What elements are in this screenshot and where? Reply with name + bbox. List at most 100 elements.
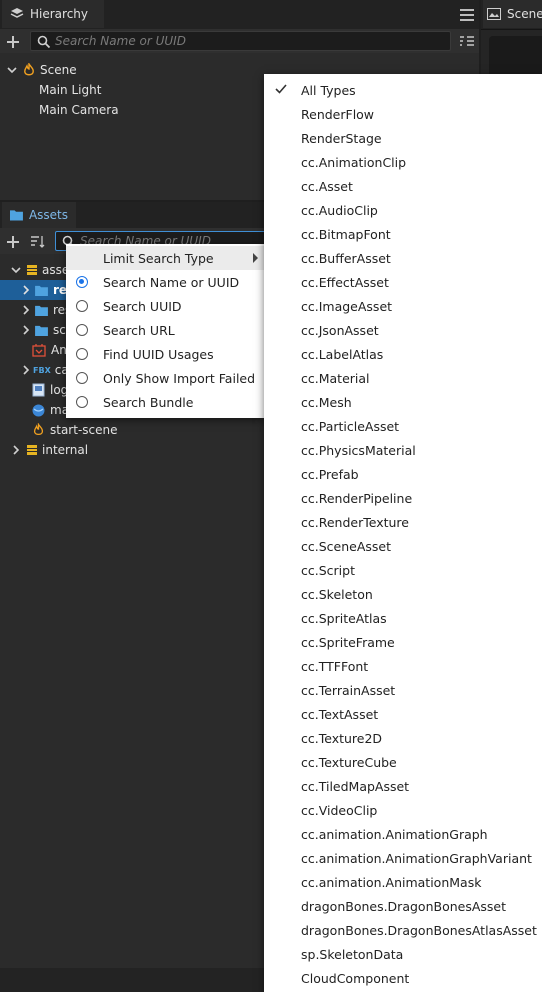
type-menu-item[interactable]: cc.ParticleAsset [264,414,542,438]
type-menu-item[interactable]: cc.Material [264,366,542,390]
type-menu-item[interactable]: cc.Texture2D [264,726,542,750]
type-menu-item[interactable]: cc.Mesh [264,390,542,414]
type-menu-item[interactable]: cc.VideoClip [264,798,542,822]
type-menu-item-label: sp.SkeletonData [301,946,404,962]
chevron-right-icon[interactable] [10,444,22,456]
type-menu-item[interactable]: cc.TerrainAsset [264,678,542,702]
type-menu-item-label: cc.Prefab [301,466,359,482]
type-menu-item-label: cc.TextureCube [301,754,397,770]
asset-row-scripts[interactable]: sc [20,320,66,340]
type-menu-item[interactable]: cc.TextureCube [264,750,542,774]
asset-row-material[interactable]: ma [32,400,69,420]
type-menu-item[interactable]: cc.animation.AnimationGraph [264,822,542,846]
type-menu-item[interactable]: cc.SpriteFrame [264,630,542,654]
type-menu-item-label: cc.Asset [301,178,353,194]
radio-icon[interactable] [76,348,88,360]
type-menu-item-label: cc.SpriteAtlas [301,610,387,626]
type-menu-item[interactable]: cc.PhysicsMaterial [264,438,542,462]
type-menu-item[interactable]: cc.BufferAsset [264,246,542,270]
type-menu-item[interactable]: All Types [264,78,542,102]
type-menu-item-label: cc.TiledMapAsset [301,778,410,794]
fbx-badge-icon: FBX [33,365,51,375]
radio-icon[interactable] [76,324,88,336]
type-menu-item-label: cc.BitmapFont [301,226,391,242]
sort-icon[interactable] [459,35,475,49]
tab-assets[interactable]: Assets [2,202,76,228]
type-menu-item[interactable]: cc.JsonAsset [264,318,542,342]
menu-item-search-name-or-uuid[interactable]: Search Name or UUID [66,270,264,294]
type-menu-item[interactable]: RenderStage [264,126,542,150]
type-menu-item[interactable]: cc.AnimationClip [264,150,542,174]
asset-row-label: sc [53,323,66,337]
menu-item-limit-search-type[interactable]: Limit Search Type [66,246,264,270]
menu-item-only-show-import-failed[interactable]: Only Show Import Failed [66,366,264,390]
type-menu-item-label: cc.VideoClip [301,802,378,818]
type-menu-item-label: cc.JsonAsset [301,322,379,338]
scene-view-icon [487,8,501,20]
type-menu-item[interactable]: CloudComponent [264,966,542,990]
type-menu-item[interactable]: cc.SpriteAtlas [264,606,542,630]
asset-row-animation[interactable]: An [32,340,67,360]
type-menu-item[interactable]: cc.Script [264,558,542,582]
chevron-right-icon[interactable] [20,284,32,296]
add-node-icon[interactable] [6,35,20,49]
menu-item-search-bundle[interactable]: Search Bundle [66,390,264,414]
chevron-right-icon[interactable] [20,364,32,376]
scene-node-label: Scene [40,63,77,77]
type-menu-item[interactable]: cc.TTFFont [264,654,542,678]
asset-row-logo[interactable]: log [32,380,68,400]
asset-row-start-scene[interactable]: start-scene [32,420,118,440]
type-menu-item[interactable]: cc.TiledMapAsset [264,774,542,798]
type-menu-item[interactable]: cc.AudioClip [264,198,542,222]
main-camera-node[interactable]: Main Camera [39,100,119,120]
scene-node[interactable]: Scene [6,60,77,80]
type-menu-item[interactable]: cc.TextAsset [264,702,542,726]
type-menu-item-label: cc.AudioClip [301,202,378,218]
tab-hierarchy[interactable]: Hierarchy [2,0,104,28]
type-menu-item[interactable]: cc.RenderPipeline [264,486,542,510]
material-sphere-icon [32,404,45,416]
chevron-right-icon[interactable] [20,304,32,316]
radio-icon[interactable] [76,396,88,408]
type-menu-item[interactable]: sp.SkeletonData [264,942,542,966]
asset-row-label: start-scene [50,423,118,437]
type-menu-item[interactable]: cc.animation.AnimationGraphVariant [264,846,542,870]
type-menu-item[interactable]: cc.animation.AnimationMask [264,870,542,894]
type-menu-item[interactable]: cc.BitmapFont [264,222,542,246]
internal-root-node[interactable]: internal [10,440,88,460]
hierarchy-search-input[interactable]: Search Name or UUID [30,31,451,51]
type-menu-item[interactable]: cc.Asset [264,174,542,198]
asset-row-res[interactable]: res [20,300,71,320]
folder-icon [35,285,48,296]
asset-row-fbx[interactable]: FBX ca [20,360,69,380]
add-asset-icon[interactable] [6,235,20,249]
radio-icon[interactable] [76,300,88,312]
type-menu-item[interactable]: dragonBones.DragonBonesAsset [264,894,542,918]
type-menu-item[interactable]: cc.Prefab [264,462,542,486]
type-menu-item[interactable]: cc.SceneAsset [264,534,542,558]
tab-scene[interactable]: Scene [483,0,542,28]
type-menu-item[interactable]: dragonBones.DragonBonesAtlasAsset [264,918,542,942]
menu-item-label: Search URL [103,322,175,338]
type-menu-item[interactable]: cc.LabelAtlas [264,342,542,366]
menu-item-label: Find UUID Usages [103,346,214,362]
type-menu-item[interactable]: cc.EffectAsset [264,270,542,294]
type-menu-item[interactable]: RenderFlow [264,102,542,126]
menu-item-find-uuid-usages[interactable]: Find UUID Usages [66,342,264,366]
animation-clip-icon [32,343,46,357]
menu-item-search-uuid[interactable]: Search UUID [66,294,264,318]
hierarchy-toolbar: Search Name or UUID [0,29,479,53]
type-menu-item[interactable]: cc.RenderTexture [264,510,542,534]
hamburger-menu-icon[interactable] [460,9,474,21]
radio-selected-icon[interactable] [76,276,88,288]
type-menu-item[interactable]: cc.ImageAsset [264,294,542,318]
chevron-down-icon[interactable] [6,64,18,76]
sort-order-icon[interactable] [30,235,46,249]
radio-icon[interactable] [76,372,88,384]
menu-item-search-url[interactable]: Search URL [66,318,264,342]
chevron-right-icon[interactable] [20,324,32,336]
type-menu-item[interactable]: cc.Skeleton [264,582,542,606]
main-light-node[interactable]: Main Light [39,80,101,100]
scene-icon [24,63,34,76]
chevron-down-icon[interactable] [10,264,22,276]
